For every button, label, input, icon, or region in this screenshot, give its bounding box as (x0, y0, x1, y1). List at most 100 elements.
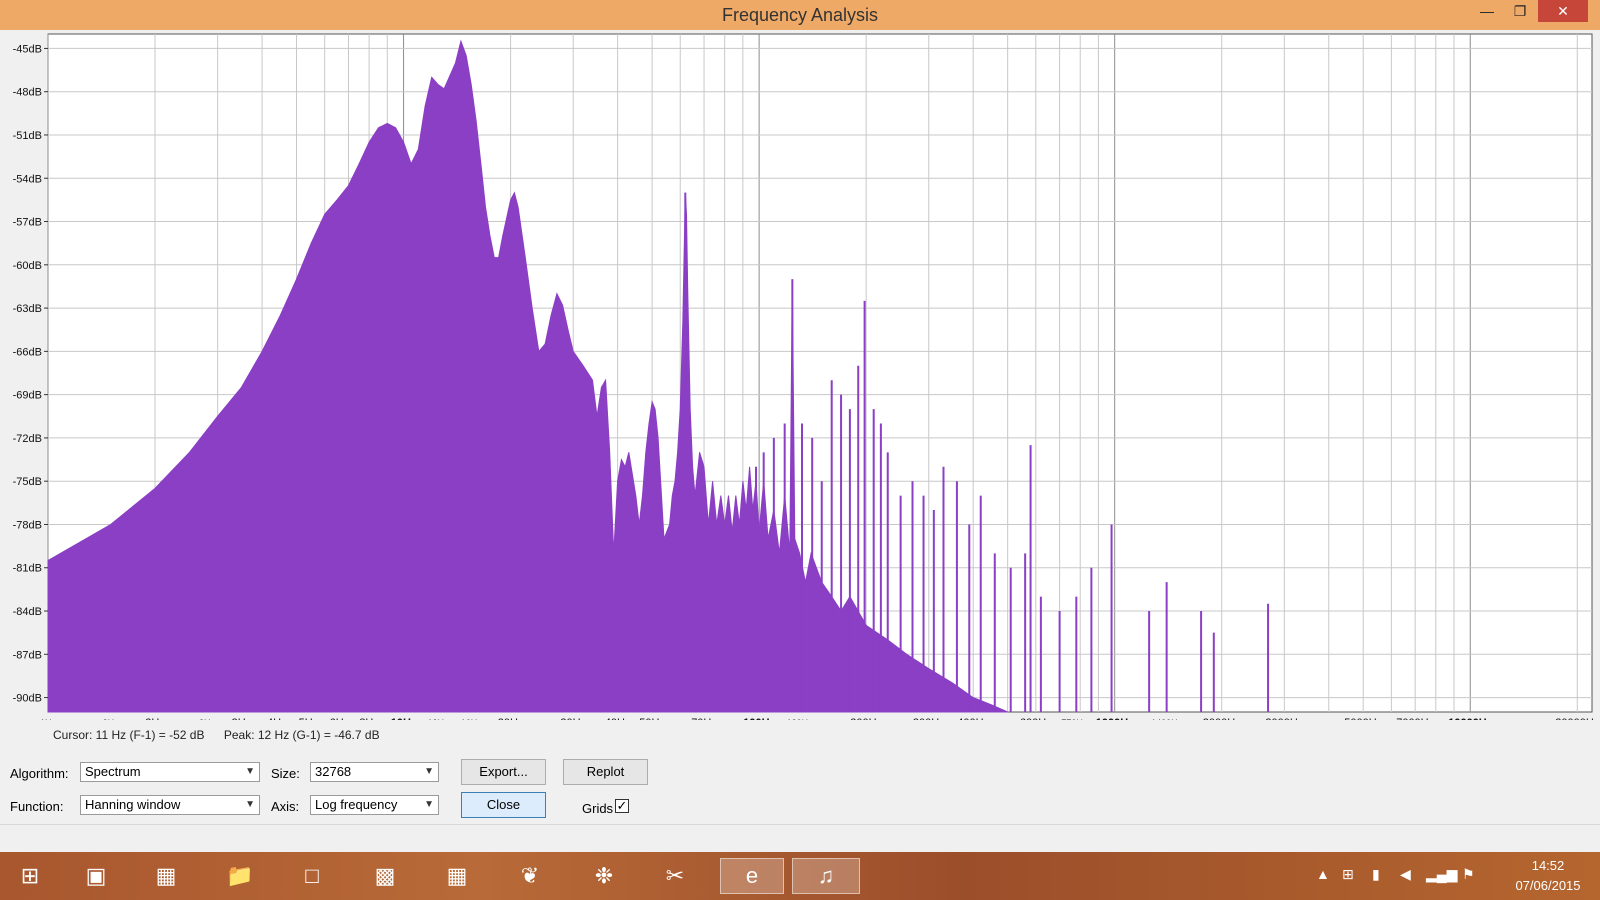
x-tick-label: 2000Hz (1203, 717, 1241, 720)
axis-select[interactable]: Log frequency ▼ (310, 795, 439, 815)
y-tick-label: -72dB (13, 433, 42, 445)
maximize-icon[interactable]: ❐ (1502, 0, 1538, 22)
y-tick-label: -78dB (13, 519, 42, 531)
x-tick-label: 8Hz (359, 717, 379, 720)
y-tick-label: -84dB (13, 606, 42, 618)
y-tick-label: -54dB (13, 173, 42, 185)
internet-explorer-icon[interactable]: e (720, 858, 784, 894)
chevron-down-icon: ▼ (424, 799, 434, 810)
x-tick-label: 5Hz (299, 717, 319, 720)
algorithm-label: Algorithm: (10, 766, 69, 781)
grids-label: Grids (582, 801, 614, 816)
x-tick-label: 4Hz (267, 717, 287, 720)
peak-readout: Peak: 12 Hz (G-1) = -46.7 dB (223, 728, 380, 742)
y-tick-label: -57dB (13, 217, 42, 229)
clock-date[interactable]: 07/06/2015 (1500, 878, 1596, 893)
file-explorer-icon[interactable]: 📁 (220, 858, 260, 894)
y-tick-label: -60dB (13, 260, 42, 272)
y-tick-label: -66dB (13, 346, 42, 358)
function-label: Function: (10, 799, 64, 814)
axis-value: Log frequency (315, 797, 398, 812)
chevron-down-icon: ▼ (245, 799, 255, 810)
x-tick-label: 1Hz (40, 718, 57, 720)
y-tick-label: -63dB (13, 303, 42, 315)
size-value: 32768 (315, 764, 352, 779)
window-title: Frequency Analysis (721, 5, 879, 25)
y-tick-label: -45dB (13, 43, 42, 55)
x-tick-label: 3Hz (232, 717, 252, 720)
x-tick-label: 13Hz (428, 718, 450, 720)
battery-icon[interactable]: ▮ (1372, 866, 1380, 883)
x-tick-label: 40Hz (605, 717, 631, 720)
notebook-icon[interactable]: ▩ (365, 858, 405, 894)
x-tick-label: 70Hz (691, 717, 717, 720)
x-tick-label: 200Hz (850, 717, 882, 720)
size-label: Size: (271, 766, 300, 781)
audacity-icon[interactable]: ♫ (792, 858, 860, 894)
x-tick-label: 6Hz (330, 717, 350, 720)
chevron-down-icon: ▼ (245, 766, 255, 777)
grids-checkbox[interactable]: ✓ (615, 799, 629, 813)
x-tick-label: 16Hz (461, 718, 483, 720)
chevron-down-icon: ▼ (424, 766, 434, 777)
notepad-icon[interactable]: □ (292, 858, 332, 894)
y-tick-label: -81dB (13, 563, 42, 575)
algorithm-value: Spectrum (85, 764, 141, 779)
x-tick-label: 7000Hz (1396, 717, 1434, 720)
clock-time[interactable]: 14:52 (1508, 858, 1588, 873)
x-tick-label: 2Hz (103, 718, 120, 720)
export-button[interactable]: Export... (461, 759, 546, 785)
action-center-icon[interactable]: ⊞ (1342, 866, 1354, 883)
remote-desktop-icon[interactable]: ▣ (76, 858, 116, 894)
minimize-icon[interactable]: — (1472, 0, 1502, 22)
x-tick-label: 100Hz (743, 717, 775, 720)
replot-button[interactable]: Replot (563, 759, 648, 785)
firewall-icon[interactable]: ▦ (146, 858, 186, 894)
x-tick-label: 10000Hz (1448, 717, 1493, 720)
spectrum-chart[interactable]: -45dB -48dB -51dB -54dB -57dB -60dB -63dB -66dB… (0, 30, 1600, 720)
checkmark-icon: ✓ (616, 798, 628, 813)
y-tick-label: -48dB (13, 87, 42, 99)
x-tick-label: 50Hz (639, 717, 665, 720)
x-tick-label: 3000Hz (1265, 717, 1303, 720)
y-tick-label: -90dB (13, 693, 42, 705)
volume-icon[interactable]: ◀ (1400, 866, 1411, 883)
x-tick-label: 20000Hz (1555, 717, 1599, 720)
y-tick-label: -51dB (13, 130, 42, 142)
x-tick-label: 1400Hz (1151, 718, 1183, 720)
close-button[interactable]: Close (461, 792, 546, 818)
x-tick-label: 2Hz (199, 718, 216, 720)
status-bar (0, 824, 1600, 851)
y-tick-label: -69dB (13, 390, 42, 402)
algorithm-select[interactable]: Spectrum ▼ (80, 762, 260, 782)
size-select[interactable]: 32768 ▼ (310, 762, 439, 782)
x-tick-label: 770Hz (1061, 718, 1088, 720)
notification-flag-icon[interactable]: ⚑ (1462, 866, 1475, 883)
title-bar: Frequency Analysis — ❐ ✕ (0, 0, 1600, 30)
windows-start-icon[interactable]: ⊞ (10, 858, 50, 894)
x-tick-label: 5000Hz (1344, 717, 1382, 720)
paint-splat-icon[interactable]: ❉ (584, 858, 624, 894)
cursor-readout: Cursor: 11 Hz (F-1) = -52 dB (53, 728, 205, 742)
calculator-icon[interactable]: ▦ (437, 858, 477, 894)
x-tick-label: 1000Hz (1096, 717, 1134, 720)
x-tick-label: 600Hz (1020, 717, 1052, 720)
show-hidden-icons-icon[interactable]: ▲ (1316, 866, 1330, 882)
readout-bar: Cursor: 11 Hz (F-1) = -52 dB Peak: 12 Hz… (53, 728, 396, 742)
snipping-tool-icon[interactable]: ✂ (655, 858, 695, 894)
y-tick-label: -75dB (13, 476, 42, 488)
x-tick-label: 300Hz (913, 717, 945, 720)
x-tick-label: 400Hz (957, 717, 989, 720)
close-icon[interactable]: ✕ (1538, 0, 1588, 22)
app-red-logo-icon[interactable]: ❦ (510, 858, 550, 894)
network-signal-icon[interactable]: ▂▄▆ (1426, 866, 1457, 883)
x-tick-label: 2Hz (145, 717, 165, 720)
y-tick-label: -87dB (13, 649, 42, 661)
taskbar: ⊞ ▣ ▦ 📁 □ ▩ ▦ ❦ ❉ ✂ e ♫ ▲ ⊞ ▮ ◀ ▂▄▆ ⚑ 14… (0, 852, 1600, 900)
x-tick-label: 20Hz (498, 717, 524, 720)
x-tick-label: 10Hz (391, 717, 417, 720)
x-tick-label: 130Hz (787, 718, 814, 720)
function-select[interactable]: Hanning window ▼ (80, 795, 260, 815)
spectrum-plot-area[interactable]: -45dB -48dB -51dB -54dB -57dB -60dB -63dB -66dB… (0, 30, 1600, 720)
axis-label: Axis: (271, 799, 300, 814)
